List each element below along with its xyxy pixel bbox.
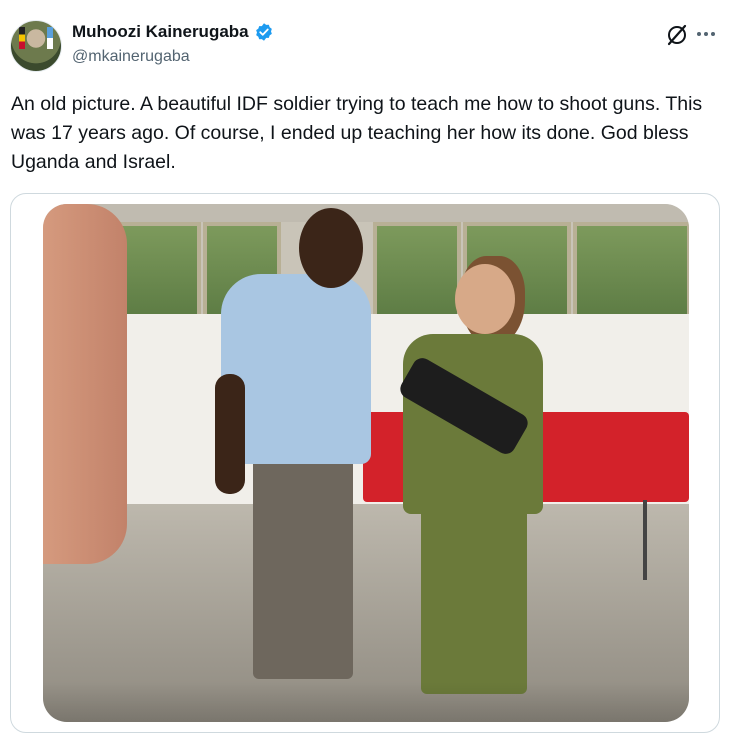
photo-table-leg <box>643 500 647 580</box>
photo-man-arm <box>215 374 245 494</box>
photo-shadow <box>43 682 689 722</box>
photo-soldier-legs <box>421 504 527 694</box>
photo-soldier-head <box>455 264 515 334</box>
photo-window <box>373 222 461 318</box>
media-card[interactable] <box>10 193 720 733</box>
author-name-row[interactable]: Muhoozi Kainerugaba <box>72 22 274 42</box>
photo-man-legs <box>253 454 353 679</box>
author-handle[interactable]: @mkainerugaba <box>72 48 190 66</box>
author-display-name[interactable]: Muhoozi Kainerugaba <box>72 22 249 42</box>
tweet-text: An old picture. A beautiful IDF soldier … <box>11 93 703 173</box>
grok-icon[interactable] <box>664 22 690 48</box>
photo-foreground-arm <box>43 204 127 564</box>
avatar-flag-uganda <box>19 27 25 49</box>
photo-man-head <box>299 208 363 288</box>
photo-window <box>573 222 689 318</box>
tweet-photo[interactable] <box>43 204 689 722</box>
author-avatar[interactable] <box>10 20 62 72</box>
more-icon[interactable] <box>694 22 718 48</box>
verified-badge-icon <box>254 22 274 42</box>
tweet-header: Muhoozi Kainerugaba @mkainerugaba <box>10 16 724 76</box>
avatar-flag-israel <box>47 27 53 49</box>
photo-ceiling <box>43 204 689 222</box>
